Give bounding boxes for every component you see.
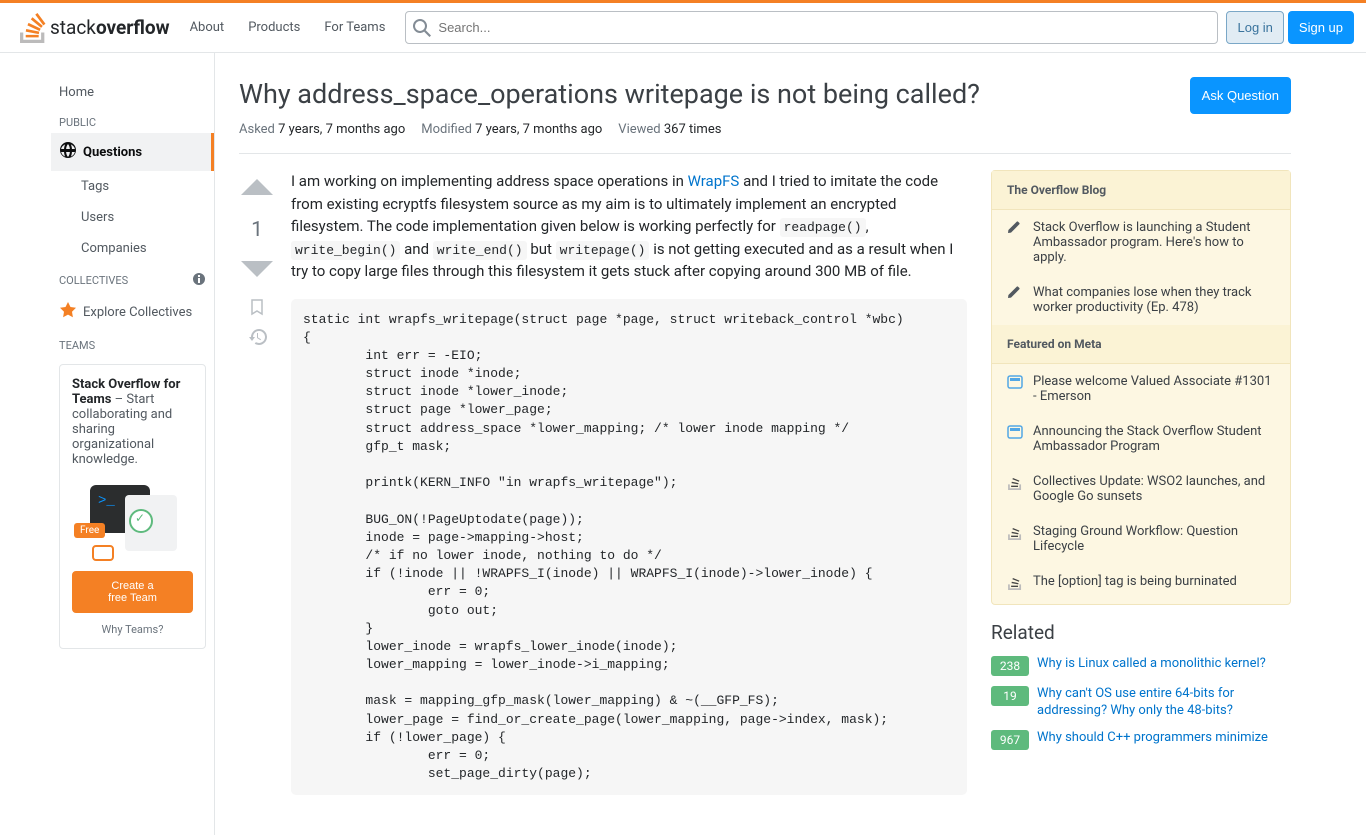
related-item-0: 238 Why is Linux called a monolithic ker… [991,656,1291,676]
nav-section-public: PUBLIC [51,108,214,133]
related-title: Related [991,621,1291,644]
pencil-icon [1007,285,1023,315]
question-header: Why address_space_operations writepage i… [239,77,1291,114]
so-mini-icon [1007,524,1023,554]
upvote-button[interactable] [239,170,275,210]
header-nav: About Products For Teams [178,14,398,41]
so-mini-icon [1007,474,1023,504]
related-link[interactable]: Why should C++ programmers minimize [1037,730,1268,747]
bookmark-button[interactable] [248,298,266,320]
star-icon [59,301,77,323]
code-writeend: write_end() [433,241,527,260]
meta-viewed: Viewed 367 times [618,122,721,137]
question-title: Why address_space_operations writepage i… [239,77,1178,112]
info-icon[interactable] [192,272,206,289]
so-mini-icon [1007,574,1023,594]
nav-products[interactable]: Products [236,14,312,41]
related-link[interactable]: Why can't OS use entire 64-bits for addr… [1037,686,1291,720]
meta-icon [1007,374,1023,404]
main-content: Why address_space_operations writepage i… [215,53,1315,835]
search-input[interactable] [405,11,1218,44]
nav-section-teams: TEAMS [51,331,214,356]
vote-count: 1 [251,218,263,242]
nav-home[interactable]: Home [51,77,214,108]
search-icon [413,19,431,41]
nav-companies[interactable]: Companies [51,233,214,264]
teams-promo-box: Stack Overflow for Teams – Start collabo… [59,364,206,649]
code-writebegin: write_begin() [291,241,400,260]
nav-tags[interactable]: Tags [51,171,214,202]
signup-button[interactable]: Sign up [1288,11,1354,44]
pencil-icon [1007,220,1023,265]
teams-illustration: Free [72,479,193,559]
create-team-button[interactable]: Create a free Team [72,571,193,613]
blog-item-1[interactable]: What companies lose when they track work… [992,275,1290,325]
meta-item-2[interactable]: Collectives Update: WSO2 launches, and G… [992,464,1290,514]
ask-question-button[interactable]: Ask Question [1190,77,1291,114]
widget-meta-header: Featured on Meta [992,325,1290,364]
meta-asked: Asked 7 years, 7 months ago [239,122,405,137]
related-score: 967 [991,730,1029,750]
right-sidebar: The Overflow Blog Stack Overflow is laun… [991,170,1291,811]
logo[interactable]: stackoverflow [12,3,178,52]
post-body: I am working on implementing address spa… [291,170,967,811]
timeline-button[interactable] [248,328,267,350]
related-item-2: 967 Why should C++ programmers minimize [991,730,1291,750]
globe-icon [59,141,77,163]
header: stackoverflow About Products For Teams L… [0,3,1366,53]
stackoverflow-icon [20,13,46,43]
nav-about[interactable]: About [178,14,237,41]
header-buttons: Log in Sign up [1226,11,1354,44]
downvote-button[interactable] [239,250,275,290]
login-button[interactable]: Log in [1226,11,1283,44]
widget-overflow-blog: The Overflow Blog Stack Overflow is laun… [991,170,1291,605]
nav-users[interactable]: Users [51,202,214,233]
vote-column: 1 [239,170,291,811]
nav-questions[interactable]: Questions [51,133,214,171]
question-meta: Asked 7 years, 7 months ago Modified 7 y… [239,114,1291,154]
blog-item-0[interactable]: Stack Overflow is launching a Student Am… [992,210,1290,275]
nav-section-collectives: COLLECTIVES [51,264,214,297]
why-teams-link[interactable]: Why Teams? [72,623,193,636]
nav-for-teams[interactable]: For Teams [312,14,397,41]
related-link[interactable]: Why is Linux called a monolithic kernel? [1037,656,1266,673]
meta-icon [1007,424,1023,454]
meta-item-3[interactable]: Staging Ground Workflow: Question Lifecy… [992,514,1290,564]
meta-item-4[interactable]: The [option] tag is being burninated [992,564,1290,604]
widget-blog-header: The Overflow Blog [992,171,1290,210]
meta-item-1[interactable]: Announcing the Stack Overflow Student Am… [992,414,1290,464]
code-readpage: readpage() [780,218,866,237]
wrapfs-link[interactable]: WrapFS [688,172,740,190]
related-score: 238 [991,656,1029,676]
left-sidebar: Home PUBLIC Questions Tags Users Compani… [51,53,215,835]
logo-text: stackoverflow [50,16,170,39]
code-block: static int wrapfs_writepage(struct page … [291,299,967,796]
code-writepage: writepage() [556,241,650,260]
nav-explore-collectives[interactable]: Explore Collectives [51,297,214,331]
meta-modified: Modified 7 years, 7 months ago [421,122,602,137]
related-item-1: 19 Why can't OS use entire 64-bits for a… [991,686,1291,720]
search-wrap [405,11,1218,44]
explore-label: Explore Collectives [83,305,192,320]
nav-questions-label: Questions [83,145,142,160]
meta-item-0[interactable]: Please welcome Valued Associate #1301 - … [992,364,1290,414]
related-score: 19 [991,686,1029,706]
